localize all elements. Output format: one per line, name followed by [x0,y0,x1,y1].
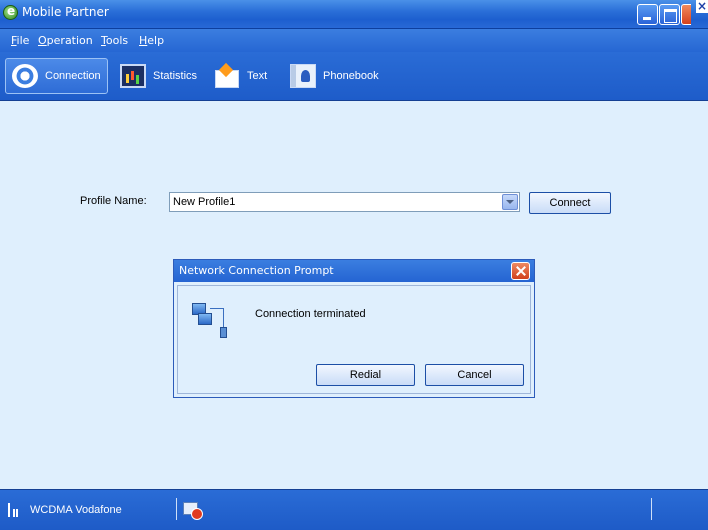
redial-button[interactable]: Redial [316,364,415,386]
redial-button-label: Redial [349,369,382,381]
dialog-message: Connection terminated [255,308,366,320]
dialog-body: Connection terminated Redial Cancel [177,285,531,394]
menu-operation[interactable]: Operation [38,34,93,47]
status-divider [176,498,177,520]
minimize-button[interactable] [637,4,658,25]
app-icon [3,4,18,20]
maximize-button[interactable] [659,4,680,25]
profile-select[interactable]: New Profile1 [169,192,520,212]
status-bar: WCDMA Vodafone [0,489,708,530]
profile-name-label: Profile Name: [80,195,147,207]
dialog-title-bar[interactable]: Network Connection Prompt [174,260,534,282]
tab-statistics[interactable]: Statistics [114,58,197,94]
toolbar: Connection Statistics Text Phonebook [0,52,708,101]
phonebook-icon [290,64,316,88]
menu-bar: File Operation Tools Help [0,29,708,52]
window-title: Mobile Partner [22,5,109,19]
tab-text-label: Text [247,70,268,82]
message-icon [214,64,240,88]
connect-button-label: Connect [549,197,591,209]
menu-tools[interactable]: Tools [101,34,128,47]
signal-strength-icon [7,503,19,517]
cancel-button[interactable]: Cancel [425,364,524,386]
menu-file[interactable]: File [11,34,29,47]
network-connection-icon [190,299,230,339]
sms-status-icon[interactable] [183,502,203,520]
dialog-title: Network Connection Prompt [179,264,334,277]
statistics-icon [120,64,146,88]
menu-help[interactable]: Help [139,34,164,47]
connection-icon [12,64,38,88]
dialog-close-icon[interactable] [511,262,530,280]
tab-statistics-label: Statistics [153,70,198,82]
chevron-down-icon[interactable] [502,194,518,210]
tab-phonebook[interactable]: Phonebook [284,58,379,94]
network-connection-dialog: Network Connection Prompt Connection ter… [173,259,535,398]
status-divider [651,498,652,520]
cancel-button-label: Cancel [457,369,492,381]
title-bar[interactable]: Mobile Partner × [0,0,708,29]
tab-connection-label: Connection [45,70,101,82]
connection-panel: Profile Name: New Profile1 Connect Netwo… [0,101,708,489]
tab-text[interactable]: Text [208,58,267,94]
close-icon[interactable]: × [696,0,708,13]
network-status: WCDMA Vodafone [30,504,122,516]
tab-phonebook-label: Phonebook [323,70,379,82]
tab-connection[interactable]: Connection [5,58,108,94]
profile-select-value: New Profile1 [173,196,236,208]
close-button[interactable] [681,4,691,25]
connect-button[interactable]: Connect [529,192,611,214]
